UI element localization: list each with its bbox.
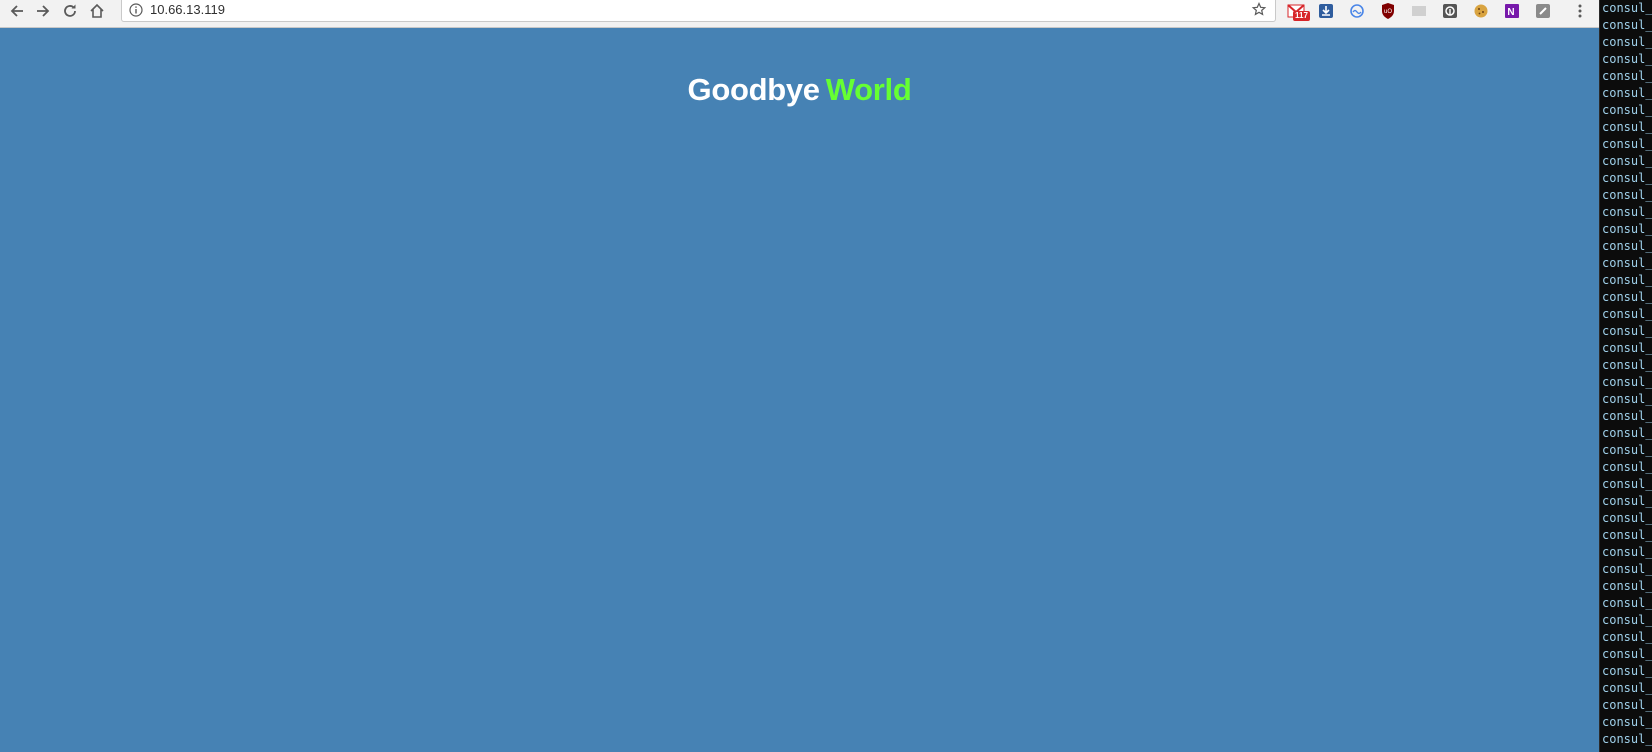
terminal-line: consul_	[1602, 630, 1652, 644]
svg-text:N: N	[1507, 7, 1514, 18]
terminal-line: consul_	[1602, 239, 1652, 253]
terminal-line: consul_	[1602, 188, 1652, 202]
terminal-line: consul_	[1602, 205, 1652, 219]
ublock-icon[interactable]: uO	[1378, 1, 1398, 21]
browser-toolbar: 10.66.13.119 117 uO N	[0, 0, 1599, 28]
back-button[interactable]	[4, 0, 30, 22]
terminal-line: consul_	[1602, 732, 1652, 746]
terminal-line: consul_	[1602, 35, 1652, 49]
toggl-icon[interactable]	[1440, 1, 1460, 21]
terminal-line: consul_	[1602, 426, 1652, 440]
terminal-line: consul_	[1602, 494, 1652, 508]
terminal-line: consul_	[1602, 596, 1652, 610]
terminal-line: consul_	[1602, 715, 1652, 729]
terminal-line: consul_	[1602, 647, 1652, 661]
terminal-line: consul_	[1602, 222, 1652, 236]
arrow-right-icon	[37, 5, 50, 17]
terminal-line: consul_	[1602, 681, 1652, 695]
terminal-line: consul_	[1602, 579, 1652, 593]
shield-extension-icon[interactable]	[1533, 1, 1553, 21]
disabled-extension-icon[interactable]	[1409, 1, 1429, 21]
star-icon[interactable]	[1251, 1, 1267, 24]
menu-icon[interactable]	[1570, 1, 1590, 21]
home-icon	[90, 3, 104, 18]
terminal-line: consul_	[1602, 171, 1652, 185]
page-content: Goodbye World	[0, 28, 1599, 752]
reload-button[interactable]	[57, 0, 83, 22]
terminal-line: consul_	[1602, 528, 1652, 542]
terminal-line: consul_	[1602, 18, 1652, 32]
terminal-line: consul_	[1602, 460, 1652, 474]
gmail-icon[interactable]: 117	[1286, 1, 1310, 21]
home-button[interactable]	[84, 0, 110, 22]
terminal-line: consul_	[1602, 341, 1652, 355]
heading-word-world: World	[825, 72, 912, 107]
terminal-line: consul_	[1602, 545, 1652, 559]
terminal-line: consul_	[1602, 698, 1652, 712]
terminal-line: consul_	[1602, 358, 1652, 372]
terminal-line: consul_	[1602, 52, 1652, 66]
onenote-icon[interactable]: N	[1502, 1, 1522, 21]
terminal-line: consul_	[1602, 477, 1652, 491]
page-heading: Goodbye World	[0, 72, 1599, 108]
terminal-line: consul_	[1602, 69, 1652, 83]
arrow-left-icon	[10, 5, 23, 17]
terminal-line: consul_	[1602, 1, 1652, 15]
address-bar[interactable]: 10.66.13.119	[121, 0, 1276, 22]
gmail-badge: 117	[1293, 11, 1310, 21]
download-icon[interactable]	[1316, 1, 1336, 21]
terminal-line: consul_	[1602, 562, 1652, 576]
sync-icon[interactable]	[1347, 1, 1367, 21]
cookie-icon[interactable]	[1471, 1, 1491, 21]
heading-word-goodbye: Goodbye	[687, 72, 821, 107]
terminal-window[interactable]: consul_ consul_ consul_ consul_ consul_ consu…	[1599, 0, 1652, 752]
terminal-line: consul_	[1602, 256, 1652, 270]
terminal-line: consul_	[1602, 307, 1652, 321]
terminal-line: consul_	[1602, 375, 1652, 389]
terminal-line: consul_	[1602, 392, 1652, 406]
terminal-line: consul_	[1602, 273, 1652, 287]
terminal-line: consul_	[1602, 86, 1652, 100]
terminal-line: consul_	[1602, 154, 1652, 168]
terminal-line: consul_	[1602, 511, 1652, 525]
terminal-line: consul_	[1602, 664, 1652, 678]
terminal-line: consul_	[1602, 409, 1652, 423]
terminal-line: consul_	[1602, 103, 1652, 117]
terminal-line: consul_	[1602, 137, 1652, 151]
terminal-line: consul_	[1602, 120, 1652, 134]
url-text[interactable]: 10.66.13.119	[150, 2, 225, 17]
svg-text:uO: uO	[1384, 9, 1392, 15]
terminal-line: consul_	[1602, 324, 1652, 338]
terminal-line: consul_	[1602, 443, 1652, 457]
terminal-line: consul_	[1602, 613, 1652, 627]
info-icon[interactable]	[129, 3, 143, 22]
reload-icon	[64, 4, 76, 17]
forward-button[interactable]	[30, 0, 56, 22]
terminal-line: consul_	[1602, 290, 1652, 304]
